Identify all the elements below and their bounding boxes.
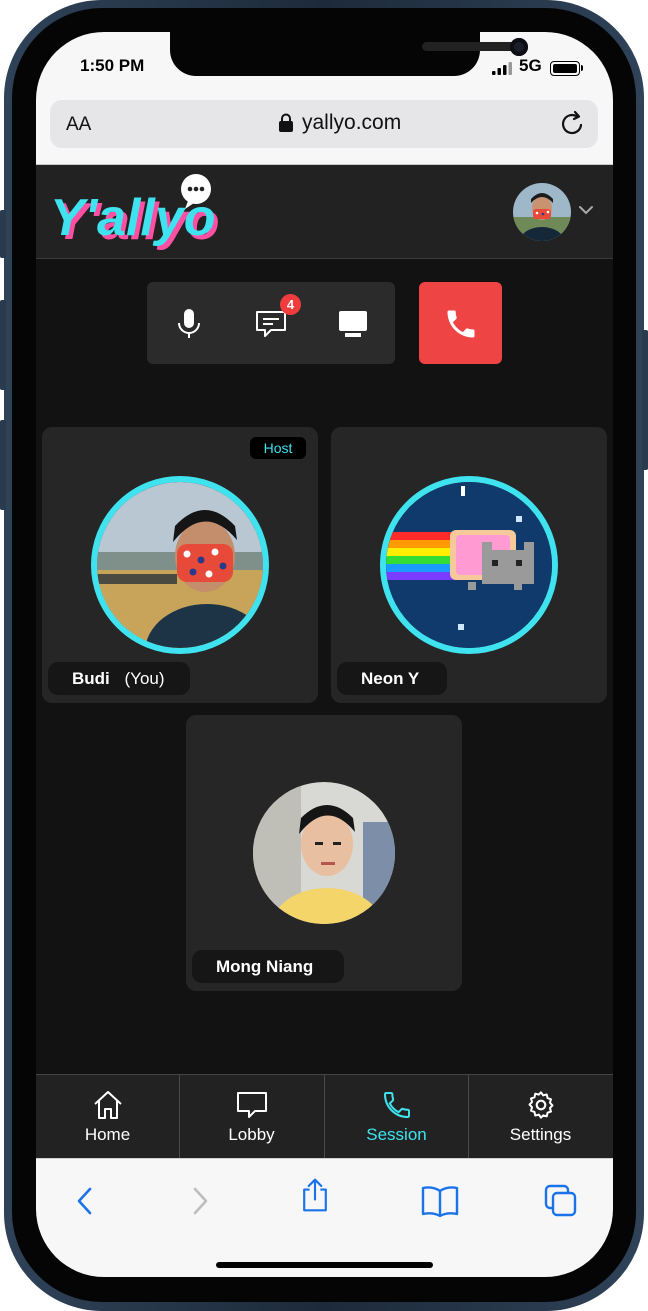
battery-level xyxy=(553,64,577,73)
url-text: yallyo.com xyxy=(302,111,402,134)
participant-name: Mong Niang xyxy=(216,957,314,976)
lock-icon xyxy=(279,113,293,132)
network-type: 5G xyxy=(519,56,542,75)
home-indicator xyxy=(216,1262,433,1268)
nav-label: Home xyxy=(84,1125,131,1144)
monitor-icon[interactable] xyxy=(333,304,373,344)
microphone-icon[interactable] xyxy=(169,304,209,344)
battery-icon xyxy=(550,61,580,76)
tabs-icon[interactable] xyxy=(543,1183,579,1219)
call-controls: 4 xyxy=(147,282,395,364)
chat-unread-badge: 4 xyxy=(280,294,301,315)
chat-bubble-icon xyxy=(237,1092,267,1118)
host-badge: Host xyxy=(250,437,306,459)
nav-label: Settings xyxy=(509,1125,572,1144)
home-icon xyxy=(94,1091,122,1119)
forward-icon[interactable] xyxy=(181,1183,217,1219)
phone-screen: 1:50 PM 5G AA yallyo.com Y'allyo Y'allyo… xyxy=(36,32,613,1277)
notch xyxy=(170,32,528,76)
bookmarks-icon[interactable] xyxy=(421,1183,459,1219)
nav-label: Lobby xyxy=(228,1125,275,1144)
nav-label: Session xyxy=(366,1125,427,1144)
profile-avatar[interactable] xyxy=(513,183,571,241)
browser-address-bar: AA yallyo.com xyxy=(36,98,613,165)
session-main: 4 Host Budi (You) Neon Y Mong Niang xyxy=(36,259,613,1074)
end-call-button[interactable] xyxy=(419,282,502,364)
status-time: 1:50 PM xyxy=(80,56,145,75)
phone-hangup-icon xyxy=(447,310,475,338)
signal-icon xyxy=(492,62,512,75)
nav-session[interactable]: Session xyxy=(325,1075,468,1159)
side-button xyxy=(0,210,6,258)
nav-settings[interactable]: Settings xyxy=(469,1075,612,1159)
speaker-grille xyxy=(422,42,522,51)
participant-tile-budi[interactable]: Host Budi (You) xyxy=(42,427,318,703)
url-field[interactable]: AA yallyo.com xyxy=(50,100,598,148)
front-camera xyxy=(510,38,528,56)
participant-tile-mong-niang[interactable]: Mong Niang xyxy=(186,715,462,991)
gear-icon xyxy=(528,1091,554,1119)
back-icon[interactable] xyxy=(68,1183,104,1219)
text-size-button[interactable]: AA xyxy=(66,114,91,136)
participant-name: Budi xyxy=(72,669,110,688)
participant-nametag: Mong Niang xyxy=(192,950,344,983)
status-bar: 1:50 PM 5G xyxy=(36,32,613,98)
participant-you-label: (You) xyxy=(124,669,165,688)
share-icon[interactable] xyxy=(297,1177,333,1213)
nav-lobby[interactable]: Lobby xyxy=(180,1075,323,1159)
participant-nametag: Neon Y xyxy=(337,662,447,695)
participant-tile-neon-y[interactable]: Neon Y xyxy=(331,427,607,703)
volume-down-button xyxy=(0,420,6,510)
battery-cap xyxy=(581,65,583,71)
participant-nametag: Budi (You) xyxy=(48,662,190,695)
participant-avatar-budi xyxy=(91,476,269,654)
reload-icon[interactable] xyxy=(560,110,586,138)
safari-toolbar xyxy=(36,1158,613,1277)
bottom-nav: Home Lobby Session Settings xyxy=(36,1074,613,1159)
chevron-down-icon[interactable] xyxy=(578,205,594,215)
nav-home[interactable]: Home xyxy=(36,1075,179,1159)
power-button xyxy=(642,330,648,470)
participant-avatar-neon-y xyxy=(380,476,558,654)
app-header: Y'allyo Y'allyo xyxy=(36,165,613,259)
participant-avatar-mong-niang xyxy=(253,782,395,924)
phone-icon xyxy=(383,1092,410,1119)
yallyo-logo[interactable]: Y'allyo Y'allyo xyxy=(48,169,218,251)
volume-up-button xyxy=(0,300,6,390)
participant-name: Neon Y xyxy=(361,669,420,688)
